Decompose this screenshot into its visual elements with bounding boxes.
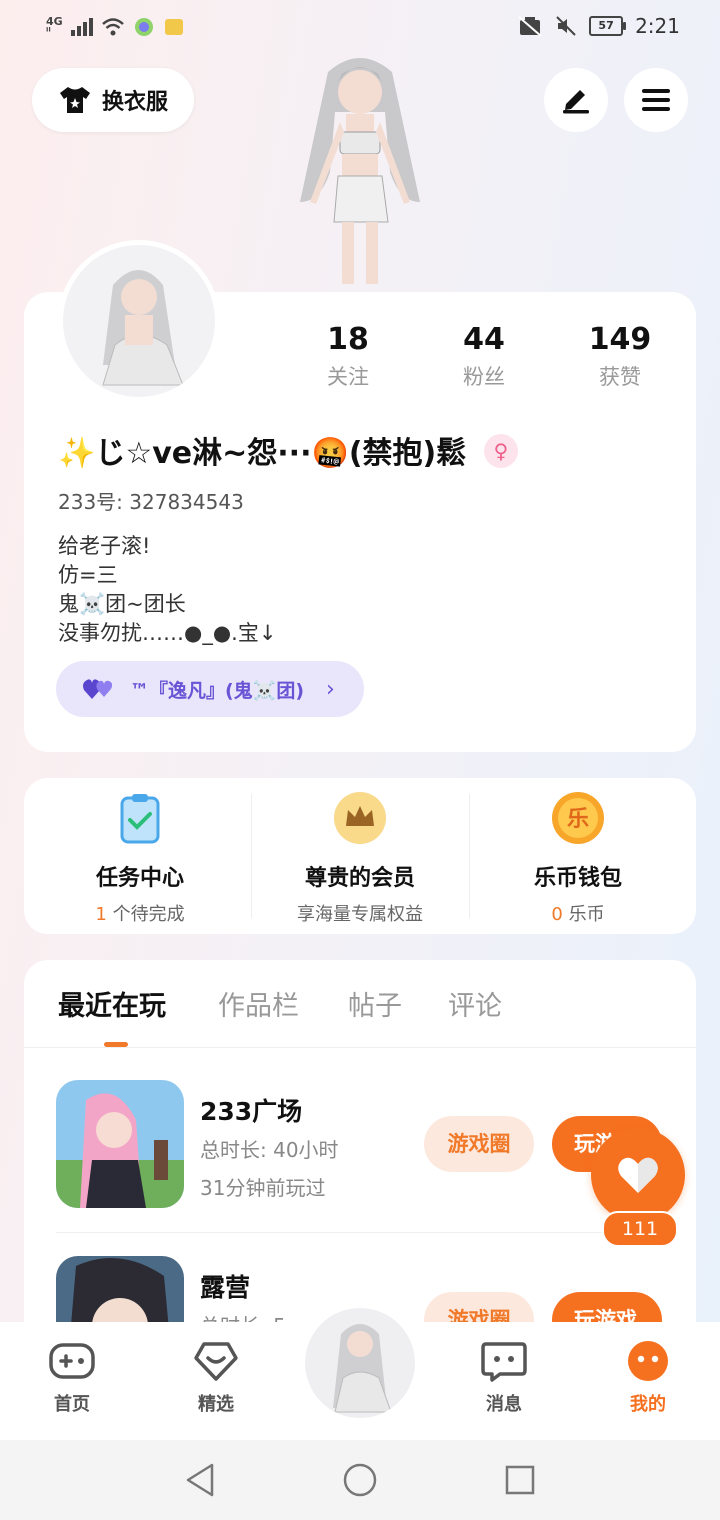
avatar-figure[interactable] (280, 52, 440, 292)
game-title: 露营 (200, 1273, 251, 1302)
chevron-right-icon: › (326, 676, 335, 702)
shirt-icon (59, 87, 90, 113)
gamepad-icon (49, 1343, 95, 1379)
nav-featured[interactable]: 精选 (168, 1340, 264, 1416)
pen-icon (563, 90, 589, 114)
double-heart-icon (83, 679, 113, 699)
recents-icon[interactable] (504, 1464, 536, 1496)
clipboard-check-icon (120, 794, 160, 844)
avatar[interactable] (58, 240, 220, 402)
avatar-image (333, 1324, 392, 1413)
nav-avatar-button[interactable] (305, 1308, 415, 1418)
status-right: 57 2:21 (517, 14, 680, 38)
profile-face-icon (628, 1341, 668, 1381)
le-coin-wallet-button[interactable]: 乐 乐币钱包 0 乐币 (470, 790, 686, 926)
wifi-icon (101, 18, 124, 36)
chat-icon (481, 1342, 527, 1382)
battery-icon: 57 (589, 16, 627, 36)
le-coin-icon: 乐 (552, 792, 604, 844)
tab-recent[interactable]: 最近在玩 (58, 984, 166, 1023)
tab-works[interactable]: 作品栏 (218, 984, 299, 1023)
app-notification-icon-2 (164, 19, 183, 35)
user-id[interactable]: 233号: 327834543 (58, 486, 244, 515)
bio-line: 给老子滚! (58, 534, 151, 558)
task-center-button[interactable]: 任务中心 1 个待完成 (32, 790, 248, 926)
bio: 给老子滚! 仿=三 鬼☠️团~团长 没事勿扰……●_●.宝↓ (58, 532, 276, 648)
guild-name: ™『逸凡』(鬼☠️团) (130, 679, 305, 702)
stat-fans[interactable]: 44 粉丝 (424, 322, 544, 391)
no-sim-icon (518, 16, 542, 37)
like-count: 111 (602, 1211, 678, 1247)
game-icon[interactable] (56, 1080, 184, 1208)
status-left: 4G ⁱˡ (46, 16, 185, 38)
bio-line: 鬼☠️团~团长 (58, 592, 186, 616)
clock: 2:21 (635, 14, 680, 38)
system-nav-bar (0, 1440, 720, 1520)
nickname: ✨じ☆ve淋~怨···🤬(禁抱)鬆 (58, 436, 467, 471)
network-label: 4G ⁱˡ (46, 15, 63, 38)
stat-likes[interactable]: 149 获赞 (560, 322, 680, 391)
tab-comments[interactable]: 评论 (448, 984, 502, 1023)
bio-line: 没事勿扰……●_●.宝↓ (58, 621, 277, 645)
game-title: 233广场 (200, 1097, 303, 1126)
home-icon[interactable] (342, 1462, 378, 1498)
change-outfit-button[interactable]: 换衣服 (32, 68, 194, 132)
menu-button[interactable] (624, 68, 688, 132)
mute-icon (556, 16, 576, 36)
hamburger-icon (642, 89, 670, 111)
nav-me[interactable]: 我的 (600, 1340, 696, 1416)
status-bar: 4G ⁱˡ 57 2:21 (0, 0, 720, 60)
nav-messages[interactable]: 消息 (456, 1340, 552, 1416)
tab-posts[interactable]: 帖子 (348, 984, 402, 1023)
game-circle-button[interactable]: 游戏圈 (424, 1116, 534, 1172)
vip-member-button[interactable]: 尊贵的会员 享海量专属权益 (252, 790, 468, 926)
edit-profile-button[interactable] (544, 68, 608, 132)
crown-icon (334, 792, 386, 844)
divider (56, 1232, 664, 1233)
app-notification-icon (134, 18, 153, 36)
bio-line: 仿=三 (58, 563, 118, 587)
game-playtime: 总时长: 40小时 (200, 1138, 339, 1162)
like-button[interactable] (591, 1128, 685, 1222)
heart-icon (618, 1157, 658, 1193)
avatar-image (102, 270, 184, 386)
back-icon[interactable] (184, 1462, 216, 1498)
svg-text:乐: 乐 (567, 807, 589, 832)
guild-pill[interactable]: ™『逸凡』(鬼☠️团) › (56, 661, 364, 717)
nav-home[interactable]: 首页 (24, 1340, 120, 1416)
gender-female-icon: ♀ (484, 434, 518, 468)
game-last-played: 31分钟前玩过 (200, 1176, 326, 1200)
stat-following[interactable]: 18 关注 (288, 322, 408, 391)
divider (24, 1047, 696, 1048)
heart-diamond-icon (194, 1342, 238, 1381)
signal-icon (70, 18, 93, 36)
change-outfit-label: 换衣服 (101, 90, 168, 115)
